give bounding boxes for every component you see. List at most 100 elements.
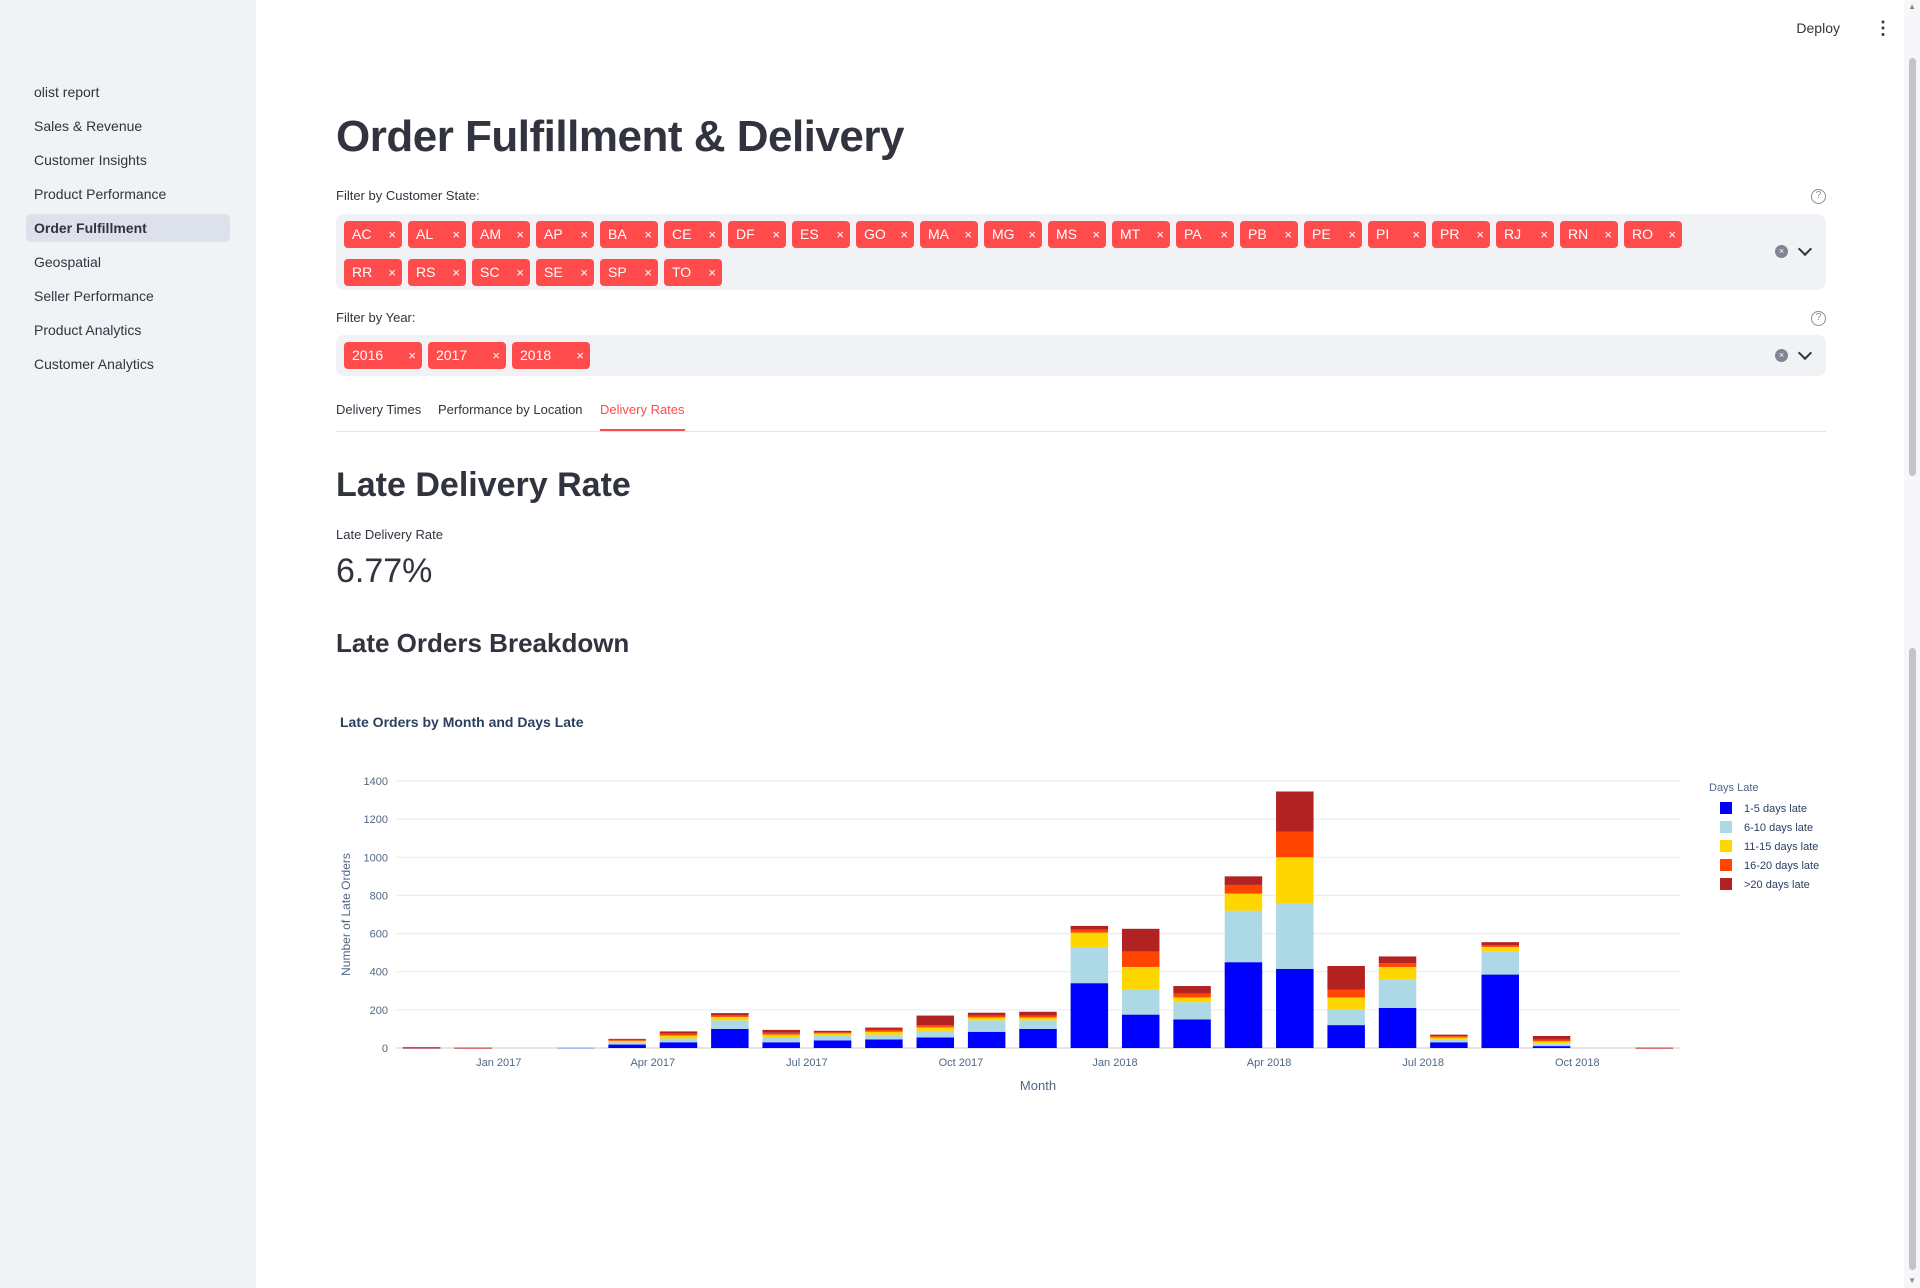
state-tag-sc[interactable]: SC ×	[472, 259, 530, 286]
bar-segment[interactable]	[1481, 942, 1519, 946]
bar-segment[interactable]	[711, 1015, 749, 1017]
bar-segment[interactable]	[1378, 1007, 1417, 1048]
bar-segment[interactable]	[1430, 1039, 1468, 1043]
bar-segment[interactable]	[1378, 979, 1417, 1008]
state-tag-df[interactable]: DF ×	[728, 221, 786, 248]
state-tag-es[interactable]: ES ×	[792, 221, 850, 248]
state-filter-help-icon[interactable]: ?	[1811, 189, 1826, 204]
late-orders-chart[interactable]: Late Orders by Month and Days Late 0 200 4…	[336, 700, 1826, 1120]
sidebar-item-product-performance[interactable]: Product Performance	[26, 180, 230, 208]
bar-segment[interactable]	[1121, 928, 1160, 952]
bar-segment[interactable]	[608, 1040, 646, 1043]
bar-segment[interactable]	[762, 1032, 800, 1035]
bar-segment[interactable]	[1173, 1002, 1211, 1020]
tag-remove-icon[interactable]: ×	[576, 342, 584, 369]
bar-segment[interactable]	[813, 1035, 852, 1041]
state-filter-clear-icon[interactable]: ×	[1775, 245, 1788, 258]
legend-swatch[interactable]	[1720, 878, 1732, 890]
scroll-up-arrow-icon[interactable]: ▲	[1908, 2, 1916, 11]
tab-delivery-rates[interactable]: Delivery Rates	[600, 402, 685, 431]
bar-segment[interactable]	[1327, 1009, 1365, 1026]
bar-segment[interactable]	[1019, 1011, 1057, 1016]
tab-performance-by-location[interactable]: Performance by Location	[438, 402, 583, 429]
state-tag-mt[interactable]: MT ×	[1112, 221, 1170, 248]
bar-segment[interactable]	[711, 1013, 749, 1016]
bar-segment[interactable]	[1276, 791, 1314, 832]
scrollbar[interactable]: ▲ ▼	[1904, 0, 1920, 1288]
tab-delivery-times[interactable]: Delivery Times	[336, 402, 421, 429]
bar-segment[interactable]	[762, 1037, 800, 1043]
state-tag-ac[interactable]: AC ×	[344, 221, 402, 248]
state-filter-chevron-down-icon[interactable]	[1797, 241, 1813, 257]
tag-remove-icon[interactable]: ×	[492, 342, 500, 369]
tag-remove-icon[interactable]: ×	[516, 259, 524, 286]
bar-segment[interactable]	[967, 1015, 1006, 1018]
bar-segment[interactable]	[916, 1037, 955, 1048]
scrollbar-thumb-upper[interactable]	[1909, 58, 1916, 476]
bar-segment[interactable]	[1173, 1019, 1211, 1048]
bar-segment[interactable]	[1481, 946, 1519, 952]
bar-segment[interactable]	[1532, 1041, 1571, 1044]
bar-segment[interactable]	[1430, 1034, 1468, 1037]
state-tag-rj[interactable]: RJ ×	[1496, 221, 1554, 248]
bar-segment[interactable]	[402, 1047, 441, 1049]
bar-segment[interactable]	[1121, 951, 1160, 967]
bar-segment[interactable]	[967, 1017, 1006, 1021]
state-tag-rn[interactable]: RN ×	[1560, 221, 1618, 248]
bar-segment[interactable]	[865, 1027, 903, 1030]
year-filter-help-icon[interactable]: ?	[1811, 311, 1826, 326]
legend-swatch[interactable]	[1720, 840, 1732, 852]
bar-segment[interactable]	[1378, 966, 1417, 980]
bar-segment[interactable]	[454, 1047, 492, 1049]
bar-segment[interactable]	[608, 1044, 646, 1048]
bar-segment[interactable]	[1121, 966, 1160, 990]
tag-remove-icon[interactable]: ×	[1668, 221, 1676, 248]
state-tag-am[interactable]: AM ×	[472, 221, 530, 248]
bar-segment[interactable]	[1378, 963, 1417, 967]
bar-segment[interactable]	[1430, 1042, 1468, 1048]
tag-remove-icon[interactable]: ×	[900, 221, 908, 248]
bar-segment[interactable]	[711, 1020, 749, 1029]
bar-segment[interactable]	[967, 1012, 1006, 1016]
tag-remove-icon[interactable]: ×	[964, 221, 972, 248]
bar-segment[interactable]	[1481, 951, 1519, 975]
bar-segment[interactable]	[865, 1039, 903, 1048]
year-tag-2017[interactable]: 2017 ×	[428, 342, 506, 369]
bar-segment[interactable]	[711, 1028, 749, 1048]
tag-remove-icon[interactable]: ×	[772, 221, 780, 248]
bar-segment[interactable]	[659, 1042, 698, 1048]
bar-segment[interactable]	[1019, 1020, 1057, 1029]
bar-segment[interactable]	[813, 1032, 852, 1034]
bar-segment[interactable]	[1224, 962, 1263, 1048]
bar-segment[interactable]	[762, 1042, 800, 1048]
sidebar-item-sales-revenue[interactable]: Sales & Revenue	[26, 112, 230, 140]
bar-segment[interactable]	[1430, 1037, 1468, 1040]
bar-segment[interactable]	[916, 1030, 955, 1038]
bar-segment[interactable]	[916, 1025, 955, 1028]
tag-remove-icon[interactable]: ×	[388, 221, 396, 248]
bar-segment[interactable]	[1173, 986, 1211, 994]
state-filter-multiselect[interactable]: AC × AL × AM × AP × BA × CE × DF × ES × GO × MA × MG × MS × MT × P…	[336, 214, 1826, 290]
tag-remove-icon[interactable]: ×	[708, 259, 716, 286]
bar-segment[interactable]	[916, 1027, 955, 1031]
sidebar-item-customer-analytics[interactable]: Customer Analytics	[26, 350, 230, 378]
bar-segment[interactable]	[1327, 989, 1365, 998]
bar-segment[interactable]	[1070, 929, 1109, 933]
bar-segment[interactable]	[659, 1031, 698, 1034]
tag-remove-icon[interactable]: ×	[1476, 221, 1484, 248]
tag-remove-icon[interactable]: ×	[452, 259, 460, 286]
state-tag-ma[interactable]: MA ×	[920, 221, 978, 248]
tag-remove-icon[interactable]: ×	[836, 221, 844, 248]
state-tag-rs[interactable]: RS ×	[408, 259, 466, 286]
year-tag-2016[interactable]: 2016 ×	[344, 342, 422, 369]
bar-segment[interactable]	[1481, 945, 1519, 947]
tag-remove-icon[interactable]: ×	[408, 342, 416, 369]
tag-remove-icon[interactable]: ×	[1284, 221, 1292, 248]
bar-segment[interactable]	[1121, 1014, 1160, 1048]
state-tag-pe[interactable]: PE ×	[1304, 221, 1362, 248]
tag-remove-icon[interactable]: ×	[516, 221, 524, 248]
state-tag-sp[interactable]: SP ×	[600, 259, 658, 286]
bar-segment[interactable]	[557, 1047, 595, 1049]
bar-segment[interactable]	[1121, 989, 1160, 1015]
legend-swatch[interactable]	[1720, 821, 1732, 833]
